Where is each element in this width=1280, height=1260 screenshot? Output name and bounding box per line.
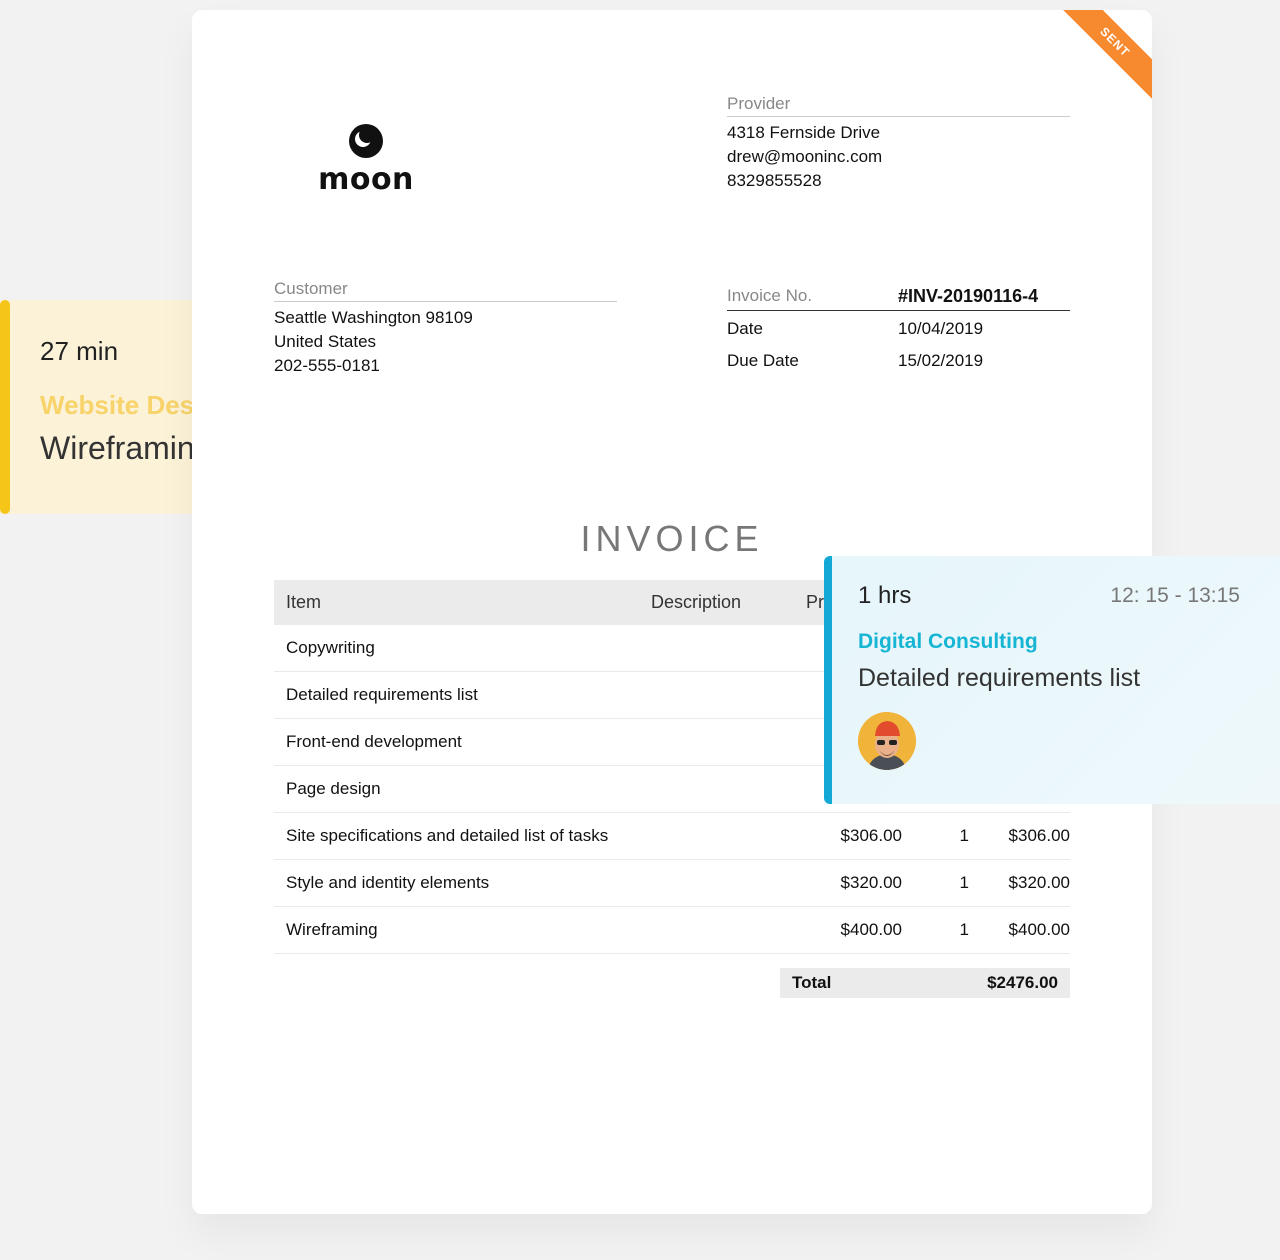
provider-phone: 8329855528 xyxy=(727,171,822,190)
avatar-icon xyxy=(858,712,916,770)
entry-project: Digital Consulting xyxy=(858,630,1038,653)
entry-time-range: 12: 15 - 13:15 xyxy=(1110,584,1240,607)
card-accent-bar xyxy=(824,556,832,804)
row-item: Page design xyxy=(286,779,381,798)
due-date-label: Due Date xyxy=(727,351,799,370)
customer-label: Customer xyxy=(274,279,617,302)
provider-email: drew@mooninc.com xyxy=(727,147,883,166)
row-item: Style and identity elements xyxy=(286,873,490,892)
customer-country: United States xyxy=(274,332,377,351)
header-item: Item xyxy=(286,592,322,612)
row-qty: 1 xyxy=(959,826,969,845)
invoice-number-row: Invoice No. #INV-20190116-4 xyxy=(727,282,1070,311)
time-entry-card-digital-consulting[interactable]: 1 hrs 12: 15 - 13:15 Digital Consulting … xyxy=(824,556,1280,804)
entry-duration: 27 min xyxy=(40,336,119,366)
card-accent-bar xyxy=(0,300,10,514)
provider-block: Provider 4318 Fernside Drive drew@moonin… xyxy=(727,94,1070,193)
invoice-title: INVOICE xyxy=(580,518,764,559)
row-item: Copywriting xyxy=(286,638,375,657)
logo-text: moon xyxy=(318,162,414,197)
provider-address: 4318 Fernside Drive xyxy=(727,123,881,142)
entry-task: Detailed requirements list xyxy=(858,664,1141,692)
row-price: $400.00 xyxy=(840,920,902,939)
row-item: Site specifications and detailed list of… xyxy=(286,826,609,845)
avatar[interactable] xyxy=(858,712,916,770)
table-row: Wireframing $400.00 1 $400.00 xyxy=(274,907,1070,954)
entry-duration: 1 hrs xyxy=(858,582,912,609)
table-row: Style and identity elements $320.00 1 $320.… xyxy=(274,860,1070,907)
row-item: Front-end development xyxy=(286,732,462,751)
company-logo: moon xyxy=(314,122,418,197)
row-price: $306.00 xyxy=(840,826,902,845)
date-value: 10/04/2019 xyxy=(898,319,984,338)
due-date-value: 15/02/2019 xyxy=(898,351,984,370)
moon-logo-icon xyxy=(349,124,383,158)
invoice-meta: Invoice No. #INV-20190116-4 Date 10/04/2… xyxy=(727,282,1070,377)
invoice-date-row: Date 10/04/2019 xyxy=(727,313,1070,345)
row-qty: 1 xyxy=(959,920,969,939)
customer-address: Seattle Washington 98109 xyxy=(274,308,473,327)
total-value: $2476.00 xyxy=(987,973,1058,992)
row-qty: 1 xyxy=(959,873,969,892)
row-price: $320.00 xyxy=(840,873,902,892)
date-label: Date xyxy=(727,319,763,338)
invoice-number: #INV-20190116-4 xyxy=(898,285,1039,306)
invoice-number-label: Invoice No. xyxy=(727,286,813,305)
provider-label: Provider xyxy=(727,94,1070,117)
row-amount: $306.00 xyxy=(1008,826,1070,845)
entry-project: Website Des xyxy=(40,390,195,420)
entry-task: Wireframin xyxy=(40,430,195,466)
row-item: Wireframing xyxy=(286,920,378,939)
header-description: Description xyxy=(651,592,742,612)
row-amount: $320.00 xyxy=(1008,873,1070,892)
row-item: Detailed requirements list xyxy=(286,685,478,704)
table-row: Site specifications and detailed list of… xyxy=(274,813,1070,860)
status-ribbon: SENT xyxy=(1052,10,1152,105)
customer-block: Customer Seattle Washington 98109 United… xyxy=(274,279,617,378)
due-date-row: Due Date 15/02/2019 xyxy=(727,345,1070,377)
total-label: Total xyxy=(792,973,832,992)
row-amount: $400.00 xyxy=(1008,920,1070,939)
invoice-total: Total $2476.00 xyxy=(780,968,1070,998)
customer-phone: 202-555-0181 xyxy=(274,356,380,375)
